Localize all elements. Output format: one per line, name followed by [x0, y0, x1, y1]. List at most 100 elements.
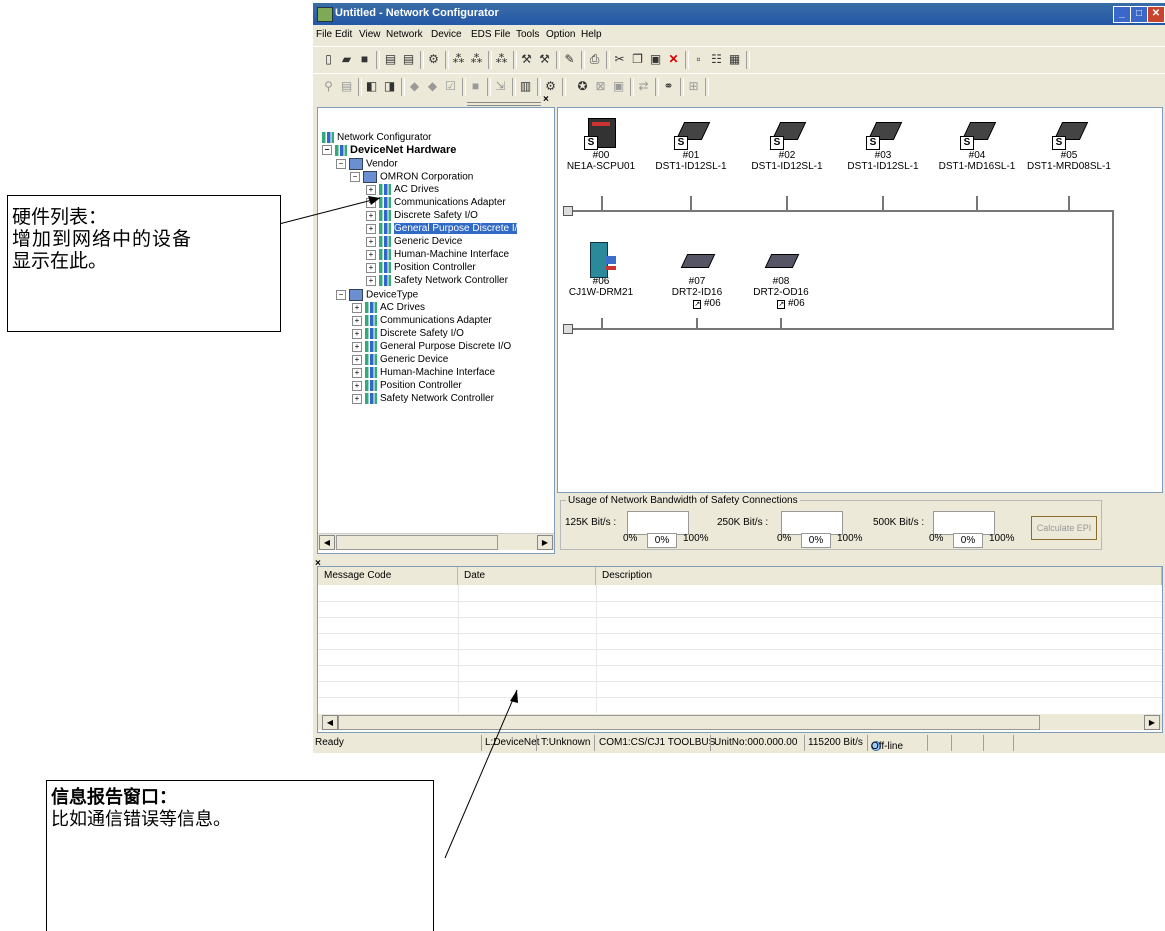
- scroll-thumb[interactable]: [336, 535, 498, 550]
- expand-icon[interactable]: +: [352, 393, 362, 404]
- device-node[interactable]: #08 DRT2-OD16 ↗ #06: [736, 242, 826, 310]
- menu-help[interactable]: Help: [581, 29, 602, 40]
- collapse-icon[interactable]: −: [322, 145, 332, 156]
- col-date[interactable]: Date: [458, 567, 596, 585]
- expand-icon[interactable]: +: [366, 249, 376, 260]
- cut-icon[interactable]: ✂: [612, 52, 627, 67]
- device-node[interactable]: S #03 DST1-ID12SL-1: [838, 116, 928, 172]
- param-read-icon[interactable]: ◧: [364, 79, 379, 94]
- tree-item[interactable]: + Safety Network Controller: [366, 275, 508, 287]
- collapse-icon[interactable]: −: [336, 290, 346, 300]
- upload-dev-icon[interactable]: ◆: [407, 79, 422, 94]
- delete-icon[interactable]: ✕: [666, 52, 681, 67]
- tree-item[interactable]: + Human-Machine Interface: [366, 249, 509, 261]
- collapse-icon[interactable]: −: [350, 172, 360, 182]
- print-icon[interactable]: ⎙: [587, 52, 602, 67]
- close-pane-icon[interactable]: ×: [543, 94, 549, 105]
- tree-omron[interactable]: − OMRON Corporation: [350, 171, 473, 184]
- tree-item[interactable]: + Position Controller: [352, 380, 462, 392]
- scroll-left-icon[interactable]: ◀: [319, 535, 335, 550]
- expand-icon[interactable]: +: [352, 302, 362, 313]
- network-add-icon[interactable]: ⁂: [469, 52, 484, 67]
- view-list-icon[interactable]: ▦: [727, 52, 742, 67]
- expand-icon[interactable]: +: [352, 367, 362, 378]
- maximize-button[interactable]: □: [1130, 6, 1148, 23]
- register-icon[interactable]: ▥: [518, 79, 533, 94]
- minimize-button[interactable]: _: [1113, 6, 1131, 23]
- flow-icon[interactable]: ⇲: [493, 79, 508, 94]
- menu-device[interactable]: Device: [431, 29, 462, 40]
- tree-hscrollbar[interactable]: ◀ ▶: [318, 533, 554, 550]
- expand-icon[interactable]: +: [352, 315, 362, 326]
- monitor-icon[interactable]: ▤: [339, 79, 354, 94]
- tree-item[interactable]: + Communications Adapter: [366, 197, 506, 209]
- find-icon[interactable]: ⚭: [661, 79, 676, 94]
- device-node[interactable]: S #02 DST1-ID12SL-1: [742, 116, 832, 172]
- menu-option[interactable]: Option: [546, 29, 575, 40]
- download-icon[interactable]: ▤: [401, 52, 416, 67]
- network-icon[interactable]: ⁂: [451, 52, 466, 67]
- tree-item[interactable]: + Discrete Safety I/O: [352, 328, 464, 340]
- wrench-icon[interactable]: ✎: [562, 52, 577, 67]
- network-props-icon[interactable]: ⁂: [494, 52, 509, 67]
- device-out-icon[interactable]: ⚒: [537, 52, 552, 67]
- menu-eds-file[interactable]: EDS File: [471, 29, 510, 40]
- tree-item[interactable]: + Communications Adapter: [352, 315, 492, 327]
- tree-root[interactable]: Network Configurator: [322, 132, 431, 144]
- eds-delete-icon[interactable]: ⊠: [593, 79, 608, 94]
- scroll-left-icon[interactable]: ◀: [322, 715, 338, 730]
- device-in-icon[interactable]: ⚒: [519, 52, 534, 67]
- expand-icon[interactable]: +: [366, 184, 376, 195]
- tree-item[interactable]: + Position Controller: [366, 262, 476, 274]
- expand-icon[interactable]: +: [366, 223, 376, 234]
- tree-item[interactable]: + Generic Device: [366, 236, 462, 248]
- menu-view[interactable]: View: [359, 29, 381, 40]
- view-tree-icon[interactable]: ☷: [709, 52, 724, 67]
- expand-icon[interactable]: +: [352, 328, 362, 339]
- col-message-code[interactable]: Message Code: [318, 567, 458, 585]
- expand-icon[interactable]: +: [352, 341, 362, 352]
- connect-icon[interactable]: ⚙: [426, 52, 441, 67]
- device-node[interactable]: S #01 DST1-ID12SL-1: [646, 116, 736, 172]
- message-hscrollbar[interactable]: ◀ ▶: [318, 714, 1162, 730]
- properties-icon[interactable]: ⊞: [686, 79, 701, 94]
- tree-devicenet-hardware[interactable]: − DeviceNet Hardware: [322, 144, 456, 156]
- tree-device-type[interactable]: − DeviceType: [336, 289, 418, 302]
- tree-item[interactable]: + General Purpose Discrete I/O: [352, 341, 511, 353]
- install-eds-icon[interactable]: ✪: [575, 79, 590, 94]
- expand-icon[interactable]: +: [366, 262, 376, 273]
- device-node[interactable]: #06 CJ1W-DRM21: [556, 242, 646, 298]
- scroll-right-icon[interactable]: ▶: [1144, 715, 1160, 730]
- verify-icon[interactable]: ☑: [443, 79, 458, 94]
- tree-vendor[interactable]: − Vendor: [336, 158, 398, 171]
- download-dev-icon[interactable]: ◆: [425, 79, 440, 94]
- menu-file[interactable]: File: [316, 29, 332, 40]
- online-icon[interactable]: ⚲: [321, 79, 336, 94]
- eds-save-icon[interactable]: ▣: [611, 79, 626, 94]
- tree-item[interactable]: + AC Drives: [366, 184, 439, 196]
- device-node[interactable]: #07 DRT2-ID16 ↗ #06: [652, 242, 742, 310]
- menu-network[interactable]: Network: [386, 29, 423, 40]
- view-address-icon[interactable]: ▫: [691, 52, 706, 67]
- new-icon[interactable]: ▯: [321, 52, 336, 67]
- save-icon[interactable]: ■: [357, 52, 372, 67]
- expand-icon[interactable]: +: [352, 354, 362, 365]
- menu-tools[interactable]: Tools: [516, 29, 539, 40]
- tree-item[interactable]: + Safety Network Controller: [352, 393, 494, 405]
- paste-icon[interactable]: ▣: [648, 52, 663, 67]
- open-icon[interactable]: ▰: [339, 52, 354, 67]
- tree-item[interactable]: + Human-Machine Interface: [352, 367, 495, 379]
- property-icon[interactable]: ⚙: [543, 79, 558, 94]
- tree-item[interactable]: + Generic Device: [352, 354, 448, 366]
- param-write-icon[interactable]: ◨: [382, 79, 397, 94]
- expand-icon[interactable]: +: [366, 236, 376, 247]
- upload-icon[interactable]: ▤: [383, 52, 398, 67]
- tree-item[interactable]: + AC Drives: [352, 302, 425, 314]
- collapse-icon[interactable]: −: [336, 159, 346, 169]
- tree-item-selected[interactable]: + General Purpose Discrete I/: [366, 223, 518, 235]
- expand-icon[interactable]: +: [366, 275, 376, 286]
- device-node[interactable]: S #05 DST1-MRD08SL-1: [1024, 116, 1114, 172]
- expand-icon[interactable]: +: [366, 210, 376, 221]
- menu-edit[interactable]: Edit: [335, 29, 352, 40]
- device-node[interactable]: S #04 DST1-MD16SL-1: [932, 116, 1022, 172]
